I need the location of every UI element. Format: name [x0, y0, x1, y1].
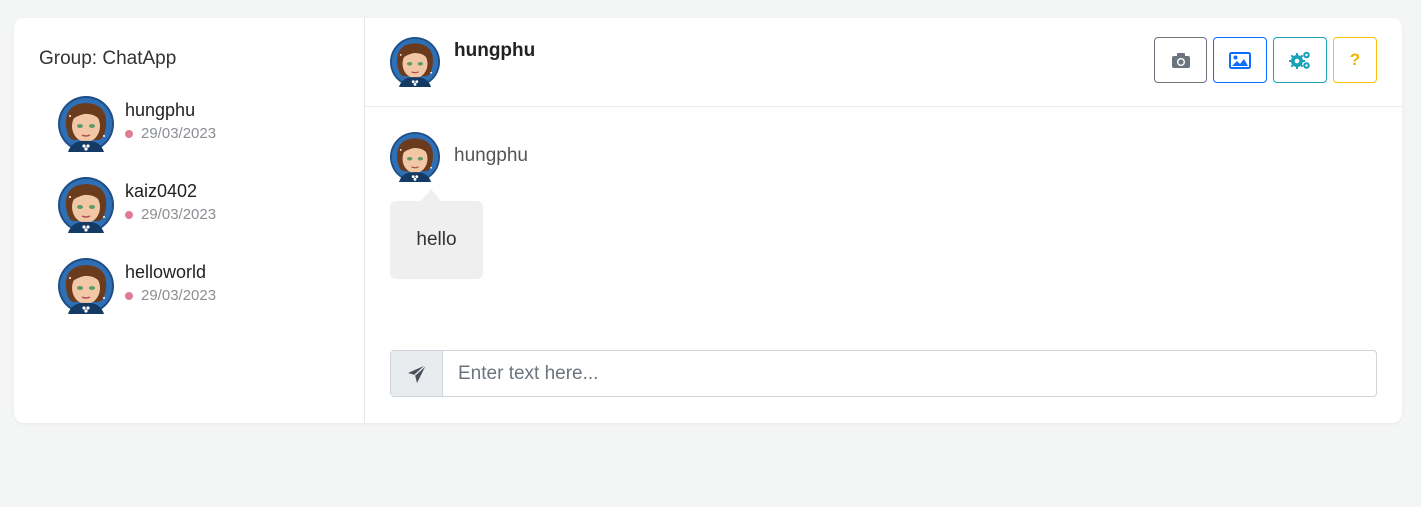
settings-button[interactable] — [1273, 37, 1327, 83]
user-info: hungphu 29/03/2023 — [125, 96, 216, 142]
group-title: Group: ChatApp — [39, 48, 177, 69]
chat-header: hungphu ? — [365, 18, 1402, 107]
user-list-item-helloworld[interactable]: helloworld 29/03/2023 — [58, 258, 216, 339]
user-meta: 29/03/2023 — [125, 287, 216, 304]
camera-button[interactable] — [1154, 37, 1207, 83]
user-list: hungphu 29/03/2023 kaiz0402 29/03/2023 h… — [58, 96, 216, 339]
user-date: 29/03/2023 — [141, 125, 217, 142]
image-button[interactable] — [1213, 37, 1267, 83]
user-info: helloworld 29/03/2023 — [125, 258, 216, 304]
message-composer — [390, 350, 1377, 397]
chat-partner-name: hungphu — [454, 40, 536, 61]
user-name: hungphu — [125, 100, 196, 120]
sidebar: Group: ChatApp hungphu 29/03/2023 kaiz04… — [14, 18, 365, 423]
image-icon — [1229, 51, 1251, 69]
chat-card: Group: ChatApp hungphu 29/03/2023 kaiz04… — [14, 18, 1402, 423]
user-list-item-kaiz0402[interactable]: kaiz0402 29/03/2023 — [58, 177, 216, 258]
status-dot-icon — [125, 129, 133, 138]
user-meta: 29/03/2023 — [125, 125, 216, 142]
camera-icon — [1171, 52, 1190, 68]
bubble-tail — [421, 189, 441, 201]
toolbar: ? — [1154, 37, 1377, 83]
avatar — [58, 96, 114, 152]
user-date: 29/03/2023 — [141, 206, 217, 223]
user-info: kaiz0402 29/03/2023 — [125, 177, 216, 223]
user-meta: 29/03/2023 — [125, 206, 216, 223]
avatar — [58, 258, 114, 314]
status-dot-icon — [125, 291, 133, 300]
user-name: helloworld — [125, 262, 207, 282]
paper-plane-icon — [407, 363, 427, 383]
status-dot-icon — [125, 210, 133, 219]
avatar — [58, 177, 114, 233]
chat-main: hungphu ? hungphu hello Enter text here.… — [365, 18, 1402, 423]
user-date: 29/03/2023 — [141, 287, 217, 304]
gears-icon — [1289, 51, 1310, 69]
header-avatar — [390, 37, 440, 87]
message-bubble: hello — [390, 201, 483, 279]
user-list-item-hungphu[interactable]: hungphu 29/03/2023 — [58, 96, 216, 177]
help-button[interactable]: ? — [1333, 37, 1377, 83]
message-avatar — [390, 132, 440, 182]
message-input[interactable] — [443, 351, 1376, 396]
send-button[interactable] — [391, 351, 443, 396]
question-icon: ? — [1349, 50, 1361, 69]
user-name: kaiz0402 — [125, 181, 198, 201]
message-author: hungphu — [454, 145, 528, 166]
